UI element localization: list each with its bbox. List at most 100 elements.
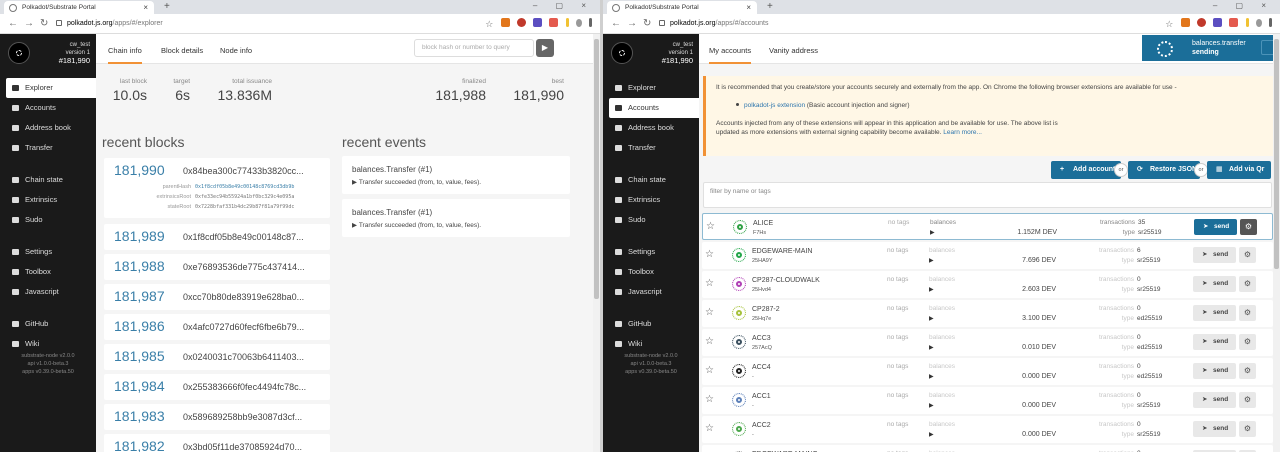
new-tab-button[interactable]: +: [767, 0, 773, 14]
sidebar-item-github[interactable]: GitHub: [603, 314, 699, 334]
sidebar-item-explorer[interactable]: Explorer: [6, 78, 96, 98]
sidebar-item-accounts[interactable]: Accounts: [609, 98, 699, 118]
extension-icon[interactable]: [1245, 18, 1249, 27]
block-number[interactable]: 181,982: [114, 438, 165, 452]
back-icon[interactable]: ←: [8, 14, 18, 33]
sidebar-item-wiki[interactable]: Wiki: [0, 334, 96, 354]
favorite-star-icon[interactable]: ☆: [705, 336, 714, 348]
sidebar-item-sudo[interactable]: Sudo: [603, 210, 699, 230]
expand-triangle-icon[interactable]: ▶: [930, 229, 935, 236]
identicon[interactable]: [732, 364, 746, 378]
profile-icon[interactable]: [1255, 19, 1262, 27]
sidebar-item-settings[interactable]: Settings: [603, 242, 699, 262]
identicon[interactable]: [732, 248, 746, 262]
parent-hash-link[interactable]: 0x1f8cdf05b8e49c00148c8769cd3db9b: [195, 183, 323, 191]
block-number[interactable]: 181,985: [114, 348, 165, 365]
window-controls[interactable]: – ▢ ×: [533, 0, 594, 12]
block-card[interactable]: 181,988 0xe76893536de775c437414...: [104, 254, 330, 280]
browser-tab[interactable]: Polkadot/Substrate Portal ×: [4, 1, 154, 14]
sidebar-item-accounts[interactable]: Accounts: [0, 98, 96, 118]
adblock-icon[interactable]: [516, 18, 526, 27]
sidebar-item-settings[interactable]: Settings: [0, 242, 96, 262]
extension-icon[interactable]: [1213, 18, 1223, 27]
sidebar-item-toolbox[interactable]: Toolbox: [603, 262, 699, 282]
expand-triangle-icon[interactable]: ▶: [929, 402, 934, 409]
account-settings-button[interactable]: ⚙: [1239, 363, 1256, 379]
account-name[interactable]: CP287-CLOUDWALK: [752, 276, 820, 285]
favorite-star-icon[interactable]: ☆: [705, 278, 714, 290]
block-card[interactable]: 181,983 0x589689258bb9e3087d3cf...: [104, 404, 330, 430]
chain-logo[interactable]: [8, 42, 30, 64]
account-settings-button[interactable]: ⚙: [1240, 219, 1257, 235]
adblock-icon[interactable]: [1196, 18, 1206, 27]
sidebar-item-extrinsics[interactable]: Extrinsics: [0, 190, 96, 210]
url-field[interactable]: polkadot.js.org/apps/#/explorer: [56, 17, 163, 31]
event-desc[interactable]: ▶ Transfer succeeded (from, to, value, f…: [352, 178, 481, 186]
account-settings-button[interactable]: ⚙: [1239, 276, 1256, 292]
sidebar-item-javascript[interactable]: Javascript: [603, 282, 699, 302]
send-button[interactable]: ➤ send: [1193, 421, 1236, 437]
block-card[interactable]: 181,982 0x3bd05f11de37085924d70...: [104, 434, 330, 452]
metamask-icon[interactable]: [500, 18, 510, 27]
block-card[interactable]: 181,987 0xcc70b80de83919e628ba0...: [104, 284, 330, 310]
expand-triangle-icon[interactable]: ▶: [929, 373, 934, 380]
block-search-input[interactable]: block hash or number to query: [414, 39, 534, 57]
block-number[interactable]: 181,988: [114, 258, 165, 275]
block-number[interactable]: 181,990: [114, 162, 165, 179]
favorite-star-icon[interactable]: ☆: [705, 365, 714, 377]
sidebar-item-wiki[interactable]: Wiki: [603, 334, 699, 354]
new-tab-button[interactable]: +: [164, 0, 170, 14]
tab-vanity-address[interactable]: Vanity address: [769, 34, 818, 64]
block-card[interactable]: 181,985 0x0240031c70063b6411403...: [104, 344, 330, 370]
account-settings-button[interactable]: ⚙: [1239, 421, 1256, 437]
send-button[interactable]: ➤ send: [1193, 392, 1236, 408]
reload-icon[interactable]: ↻: [643, 14, 651, 33]
star-bookmark-icon[interactable]: ☆: [485, 19, 493, 29]
tab-my-accounts[interactable]: My accounts: [709, 34, 752, 64]
block-card[interactable]: 181,984 0x255383666f0fec4494fc78c...: [104, 374, 330, 400]
identicon[interactable]: [732, 277, 746, 291]
sidebar-item-transfer[interactable]: Transfer: [0, 138, 96, 158]
sidebar-item-address-book[interactable]: Address book: [603, 118, 699, 138]
menu-icon[interactable]: [589, 18, 592, 27]
account-name[interactable]: ACC2: [752, 421, 771, 430]
block-number[interactable]: 181,986: [114, 318, 165, 335]
account-settings-button[interactable]: ⚙: [1239, 392, 1256, 408]
block-card[interactable]: 181,990 0x84bea300c77433b3820cc... paren…: [104, 158, 330, 218]
send-button[interactable]: ➤ send: [1194, 219, 1237, 235]
expand-triangle-icon[interactable]: ▶: [929, 257, 934, 264]
tab-chain-info[interactable]: Chain info: [108, 34, 142, 64]
filter-input[interactable]: filter by name or tags: [703, 182, 1272, 208]
favorite-star-icon[interactable]: ☆: [705, 249, 714, 261]
sidebar-item-toolbox[interactable]: Toolbox: [0, 262, 96, 282]
search-go-button[interactable]: ▶: [536, 39, 554, 57]
send-button[interactable]: ➤ send: [1193, 276, 1236, 292]
favorite-star-icon[interactable]: ☆: [705, 307, 714, 319]
account-settings-button[interactable]: ⚙: [1239, 247, 1256, 263]
close-tab-icon[interactable]: ×: [746, 1, 751, 14]
account-name[interactable]: CP287-2: [752, 305, 780, 314]
browser-tab[interactable]: Polkadot/Substrate Portal ×: [607, 1, 757, 14]
expand-triangle-icon[interactable]: ▶: [929, 286, 934, 293]
star-bookmark-icon[interactable]: ☆: [1165, 19, 1173, 29]
block-card[interactable]: 181,986 0x4afc0727d60fecf6fbe6b79...: [104, 314, 330, 340]
send-button[interactable]: ➤ send: [1193, 305, 1236, 321]
favorite-star-icon[interactable]: ☆: [705, 423, 714, 435]
account-name[interactable]: ACC1: [752, 392, 771, 401]
metamask-icon[interactable]: [1180, 18, 1190, 27]
sidebar-item-explorer[interactable]: Explorer: [603, 78, 699, 98]
send-button[interactable]: ➤ send: [1193, 334, 1236, 350]
add-account-button[interactable]: + Add account: [1051, 161, 1121, 179]
extension-link[interactable]: polkadot-js extension: [744, 102, 805, 109]
favorite-star-icon[interactable]: ☆: [706, 221, 715, 233]
account-name[interactable]: ACC3: [752, 334, 771, 343]
account-settings-button[interactable]: ⚙: [1239, 334, 1256, 350]
block-number[interactable]: 181,983: [114, 408, 165, 425]
extension-icon[interactable]: [565, 18, 569, 27]
sidebar-item-sudo[interactable]: Sudo: [0, 210, 96, 230]
account-name[interactable]: EDGEWARE-MAIN: [752, 247, 812, 256]
sidebar-item-address-book[interactable]: Address book: [0, 118, 96, 138]
expand-triangle-icon[interactable]: ▶: [929, 431, 934, 438]
scrollbar[interactable]: [593, 34, 600, 452]
event-desc[interactable]: ▶ Transfer succeeded (from, to, value, f…: [352, 221, 481, 229]
